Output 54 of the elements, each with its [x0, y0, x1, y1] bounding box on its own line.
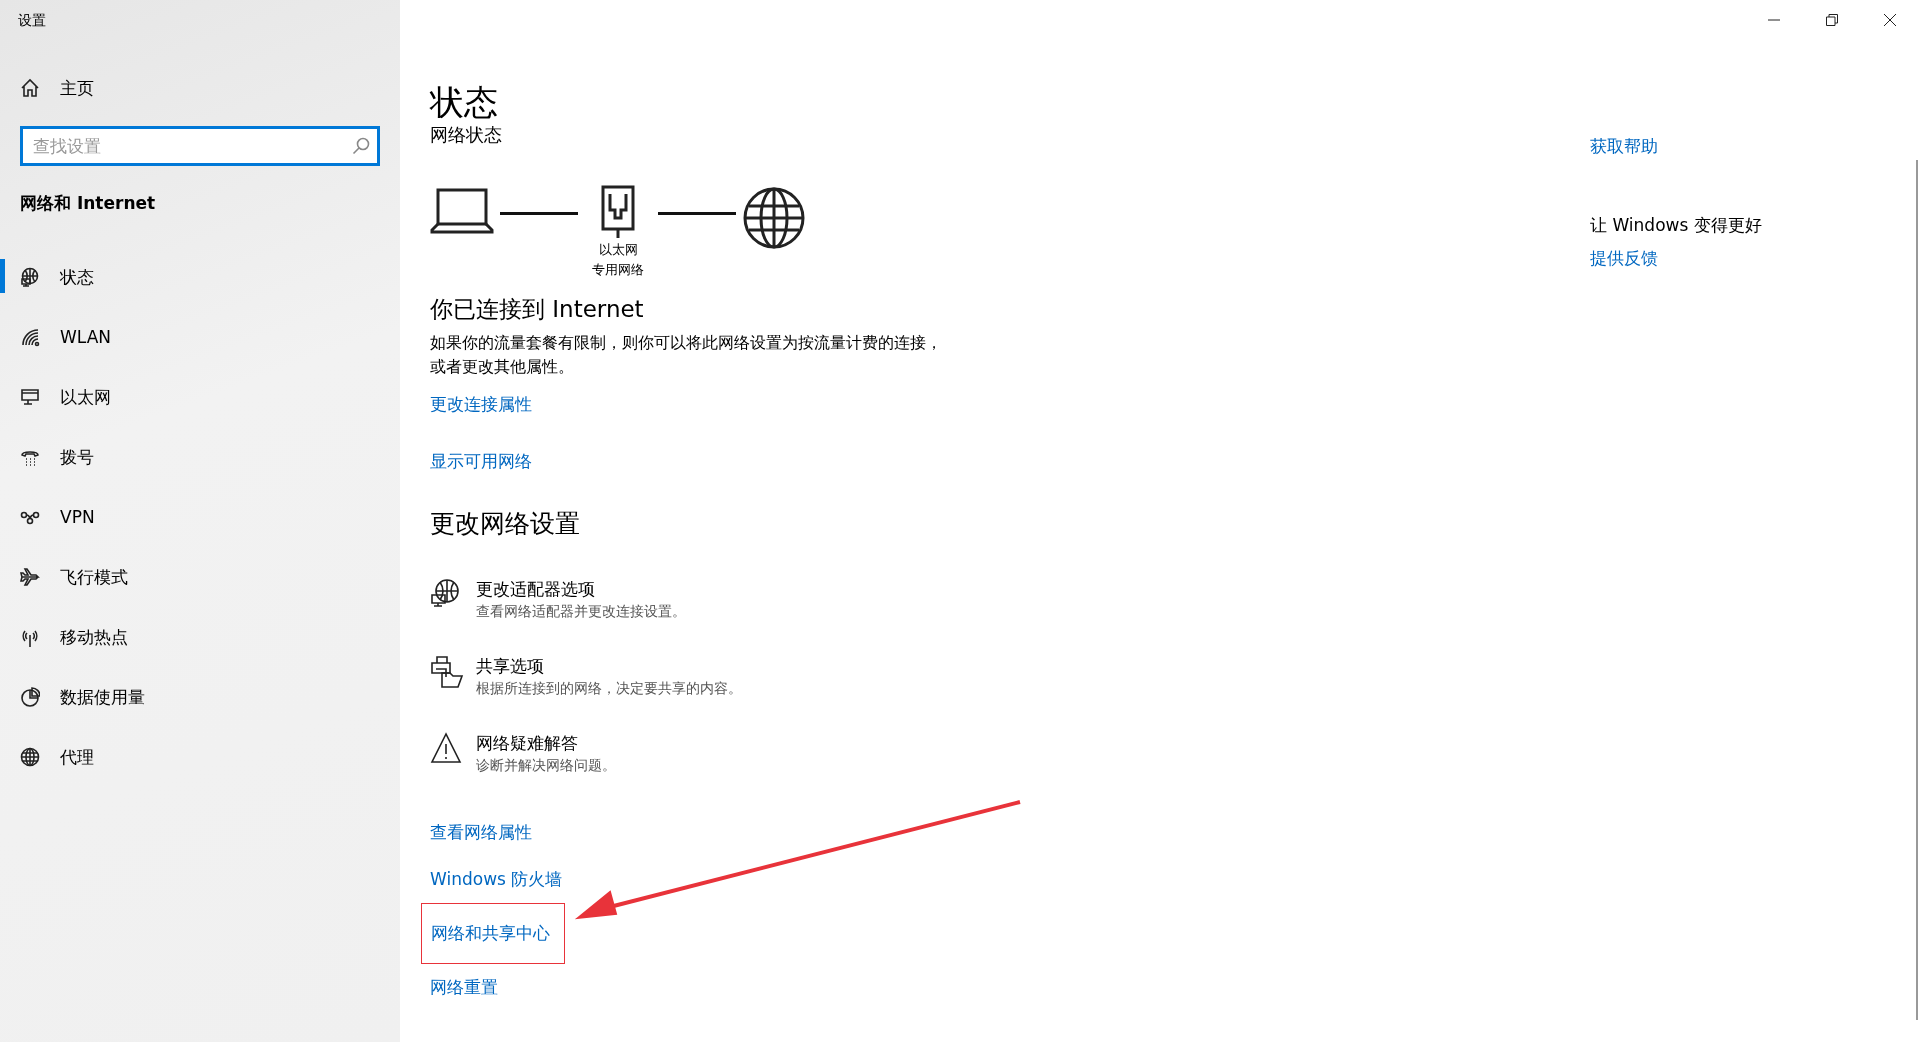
- connection-heading: 你已连接到 Internet: [430, 295, 645, 324]
- scrollbar[interactable]: [1916, 160, 1918, 1020]
- option-title: 网络疑难解答: [476, 732, 579, 755]
- link[interactable]: Windows 防火墙: [430, 862, 563, 897]
- link[interactable]: 显示可用网络: [430, 450, 532, 473]
- warning-icon: [430, 732, 464, 766]
- home-nav-item[interactable]: 主页: [20, 70, 140, 106]
- option-title: 共享选项: [476, 655, 545, 678]
- sidebar-item[interactable]: 状态: [0, 247, 400, 307]
- sidebar-item[interactable]: 代理: [0, 727, 400, 787]
- search-field[interactable]: 查找设置: [20, 126, 380, 166]
- link[interactable]: 查看网络属性: [430, 815, 532, 850]
- laptop-icon: [430, 186, 494, 234]
- option-description: 根据所连接到的网络，决定要共享的内容。: [476, 680, 742, 698]
- link[interactable]: 网络和共享中心: [421, 903, 565, 964]
- sidebar-item[interactable]: WLAN: [0, 307, 400, 367]
- globe-icon: [742, 186, 806, 250]
- home-icon: [20, 78, 40, 98]
- sidebar-item[interactable]: 移动热点: [0, 607, 400, 667]
- monitor-icon: [20, 387, 40, 407]
- page-title: 状态: [430, 81, 499, 124]
- printer-folder-icon: [430, 655, 464, 689]
- wifi-icon: [20, 327, 40, 347]
- pie-chart-icon: [20, 687, 40, 707]
- restore-icon[interactable]: [1826, 14, 1838, 26]
- section-heading: 更改网络设置: [430, 508, 581, 540]
- link[interactable]: 更改连接属性: [430, 393, 532, 416]
- close-icon[interactable]: [1884, 14, 1896, 26]
- sidebar-item[interactable]: 拨号: [0, 427, 400, 487]
- sidebar-item[interactable]: VPN: [0, 487, 400, 547]
- sidebar-item[interactable]: 数据使用量: [0, 667, 400, 727]
- globe-icon: [20, 747, 40, 767]
- globe-monitor-icon: [20, 267, 40, 287]
- help-link[interactable]: 获取帮助: [1590, 135, 1658, 158]
- network-label: 专用网络: [592, 261, 644, 279]
- ethernet-port-icon: [600, 184, 636, 240]
- settings-option[interactable]: 共享选项 根据所连接到的网络，决定要共享的内容。: [430, 655, 990, 698]
- window-title: 设置: [17, 11, 47, 30]
- adapter-label: 以太网: [598, 241, 638, 259]
- search-icon: [352, 137, 370, 155]
- feedback-link[interactable]: 提供反馈: [1590, 247, 1658, 270]
- section-subtitle: 网络状态: [430, 124, 503, 146]
- settings-option[interactable]: 更改适配器选项 查看网络适配器并更改连接设置。: [430, 578, 990, 621]
- category-heading: 网络和 Internet: [20, 192, 157, 215]
- option-title: 更改适配器选项: [476, 578, 596, 601]
- sidebar-item[interactable]: 飞行模式: [0, 547, 400, 607]
- feedback-heading: 让 Windows 变得更好: [1590, 214, 1763, 237]
- airplane-icon: [20, 567, 40, 587]
- connection-description: 如果你的流量套餐有限制，则你可以将此网络设置为按流量计费的连接，或者更改其他属性。: [430, 332, 943, 378]
- link[interactable]: 网络重置: [430, 970, 498, 1005]
- option-description: 诊断并解决网络问题。: [476, 757, 616, 775]
- settings-option[interactable]: 网络疑难解答 诊断并解决网络问题。: [430, 732, 990, 775]
- option-description: 查看网络适配器并更改连接设置。: [476, 603, 686, 621]
- sidebar-item[interactable]: 以太网: [0, 367, 400, 427]
